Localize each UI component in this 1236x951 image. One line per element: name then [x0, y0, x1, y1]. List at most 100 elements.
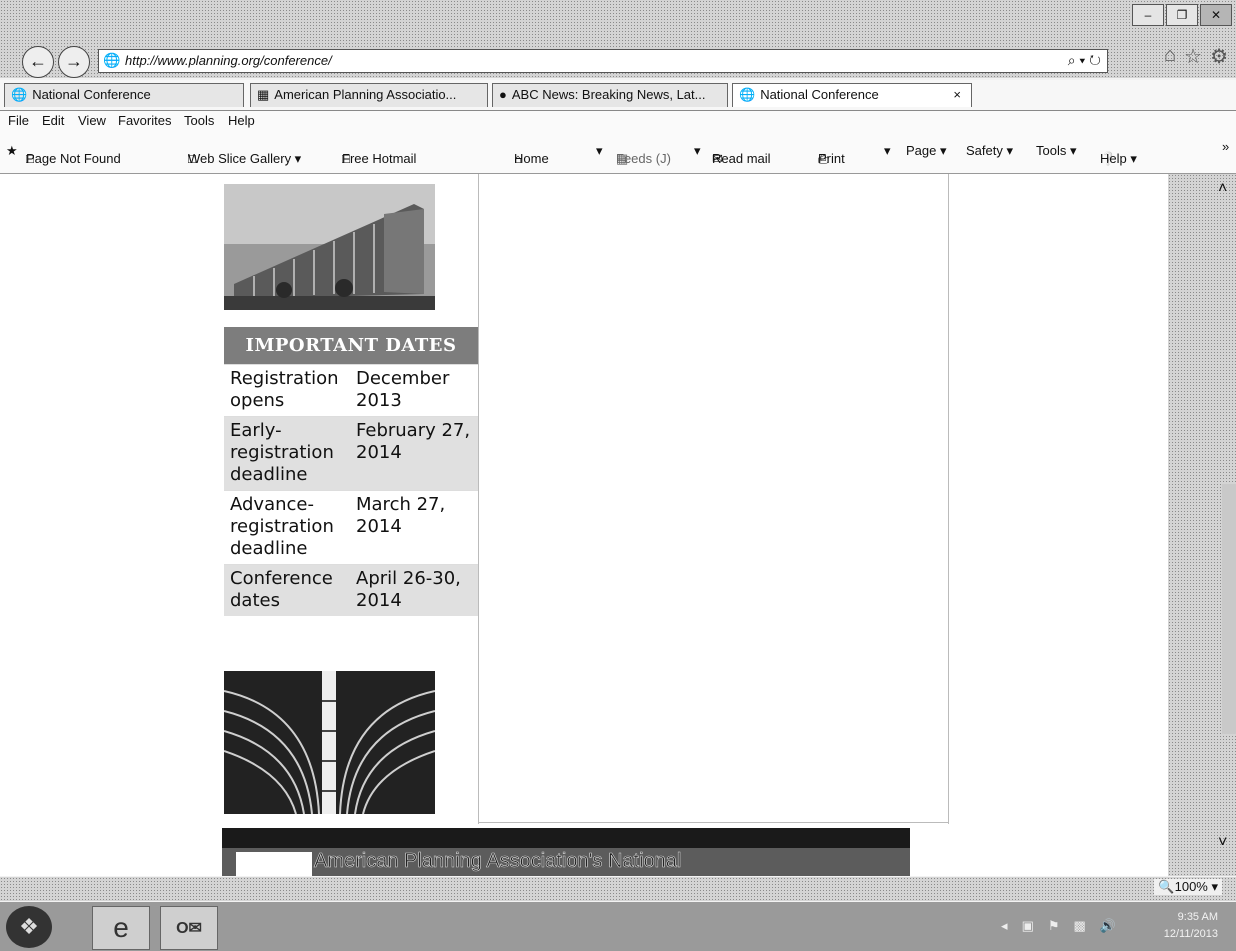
globe-icon: 🌐 [11, 87, 28, 102]
date-label: Conference dates [224, 564, 350, 616]
apa-icon: ▦ [257, 87, 270, 102]
clock-time: 9:35 AM [1177, 911, 1218, 923]
taskbar-outlook[interactable]: O✉ [160, 906, 218, 950]
internet-explorer-icon: e [113, 912, 129, 943]
restore-button[interactable]: ❐ [1166, 4, 1198, 26]
column-divider [948, 174, 949, 824]
windows-taskbar: ❖ e O✉ ◂ ▣ ⚑ ▩ 🔊 9:35 AM 12/11/2013 [0, 902, 1236, 951]
tab-label: National Conference [32, 87, 151, 102]
start-button[interactable]: ❖ [6, 906, 52, 948]
cmd-label: Print [818, 151, 845, 166]
tab-american-planning[interactable]: ▦ American Planning Associatio... [250, 83, 488, 107]
banner-text: American Planning Association's National [314, 850, 682, 873]
windows-logo-icon: ❖ [19, 914, 39, 939]
tab-national-conference-1[interactable]: 🌐 National Conference [4, 83, 244, 107]
tray-arrow-icon[interactable]: ◂ [1001, 918, 1008, 934]
url-text[interactable]: http://www.planning.org/conference/ [125, 53, 332, 68]
important-dates-heading: IMPORTANT DATES [224, 327, 478, 364]
clock-date: 12/11/2013 [1163, 928, 1218, 940]
zoom-control[interactable]: 🔍100% ▾ [1154, 879, 1222, 895]
close-window-button[interactable]: ✕ [1200, 4, 1232, 26]
banner-logo-box [236, 852, 312, 876]
menu-bar: File Edit View Favorites Tools Help [0, 111, 1236, 135]
fav-label: Web Slice Gallery ▾ [188, 151, 302, 166]
tray-network-icon[interactable]: ▣ [1022, 918, 1034, 934]
search-refresh-controls[interactable]: ⌕ ▾ ↻ [1068, 52, 1101, 69]
abc-icon: ● [499, 87, 507, 102]
important-dates-table: Registration opens December 2013 Early-r… [224, 364, 478, 616]
convention-center-photo [224, 184, 435, 310]
cmd-safety[interactable]: Safety ▾ [966, 143, 1013, 159]
cmd-tools[interactable]: Tools ▾ [1036, 143, 1077, 159]
system-clock[interactable]: 9:35 AM 12/11/2013 [1164, 909, 1218, 943]
page-viewport: IMPORTANT DATES Registration opens Decem… [0, 174, 1168, 876]
cmd-page[interactable]: Page ▾ [906, 143, 947, 159]
command-bar: ★ □ Page Not Found □ Web Slice Gallery ▾… [0, 135, 1236, 174]
tab-national-conference-active[interactable]: 🌐 National Conference × [732, 83, 972, 107]
table-row: Conference dates April 26-30, 2014 [224, 564, 478, 616]
gear-icon[interactable]: ⚙ [1210, 44, 1228, 69]
cmd-feeds-dropdown[interactable]: ▾ [694, 143, 701, 159]
browser-title-bar: – ❐ ✕ ← → 🌐 http://www.planning.org/conf… [0, 0, 1236, 78]
date-label: Registration opens [224, 364, 350, 417]
zoom-level: 100% [1174, 879, 1208, 894]
date-label: Early-registration deadline [224, 416, 350, 491]
cmd-label: Read mail [712, 151, 771, 166]
globe-icon: 🌐 [103, 52, 121, 68]
menu-favorites[interactable]: Favorites [118, 113, 171, 128]
cmd-label: Feeds (J) [616, 151, 671, 166]
globe-icon: 🌐 [739, 87, 756, 102]
favorites-star-icon[interactable]: ★ [6, 143, 18, 159]
menu-tools[interactable]: Tools [184, 113, 214, 128]
tray-display-icon[interactable]: ▩ [1074, 918, 1086, 934]
forward-arrow-icon: → [65, 51, 83, 71]
table-row: Early-registration deadline February 27,… [224, 416, 478, 491]
menu-edit[interactable]: Edit [42, 113, 64, 128]
scrollbar-thumb[interactable] [1222, 484, 1236, 734]
cmd-print-dropdown[interactable]: ▾ [884, 143, 891, 159]
status-bar: 🔍100% ▾ [0, 877, 1236, 901]
date-label: Advance-registration deadline [224, 490, 350, 565]
taskbar-internet-explorer[interactable]: e [92, 906, 150, 950]
date-value: March 27, 2014 [350, 490, 478, 565]
home-icon[interactable]: ⌂ [1164, 44, 1176, 69]
conference-banner[interactable]: American Planning Association's National [222, 828, 910, 876]
tab-strip: 🌐 National Conference ▦ American Planning … [0, 80, 1236, 111]
cmd-home-dropdown[interactable]: ▾ [596, 143, 603, 159]
cmd-label: Home [514, 151, 549, 166]
date-value: April 26-30, 2014 [350, 564, 478, 616]
tab-label: American Planning Associatio... [274, 87, 457, 102]
minimize-button[interactable]: – [1132, 4, 1164, 26]
forward-button[interactable]: → [58, 46, 90, 78]
back-button[interactable]: ← [22, 46, 54, 78]
date-value: December 2013 [350, 364, 478, 417]
content-border [478, 822, 948, 823]
vertical-scrollbar[interactable]: ˄ ˅ [1168, 174, 1236, 876]
scroll-down-icon[interactable]: ˅ [1218, 834, 1227, 852]
cmd-label: Help ▾ [1100, 151, 1137, 166]
fav-label: Page Not Found [26, 151, 121, 166]
menu-view[interactable]: View [78, 113, 106, 128]
table-row: Registration opens December 2013 [224, 364, 478, 417]
tab-label: ABC News: Breaking News, Lat... [511, 87, 706, 102]
window-controls: – ❐ ✕ [1132, 4, 1232, 26]
train-station-photo [224, 671, 435, 814]
column-divider [478, 174, 479, 824]
menu-file[interactable]: File [8, 113, 29, 128]
table-row: Advance-registration deadline March 27, … [224, 490, 478, 565]
date-value: February 27, 2014 [350, 416, 478, 491]
close-tab-icon[interactable]: × [953, 84, 961, 106]
scroll-up-icon[interactable]: ˄ [1218, 180, 1227, 198]
system-tray: ◂ ▣ ⚑ ▩ 🔊 [1001, 918, 1116, 934]
back-arrow-icon: ← [29, 51, 47, 71]
tab-label: National Conference [760, 87, 879, 102]
tab-abc-news[interactable]: ● ABC News: Breaking News, Lat... [492, 83, 728, 107]
outlook-icon: O✉ [176, 920, 202, 937]
tray-flag-icon[interactable]: ⚑ [1048, 918, 1060, 934]
menu-help[interactable]: Help [228, 113, 255, 128]
address-bar[interactable]: 🌐 http://www.planning.org/conference/ ⌕ … [98, 49, 1108, 73]
fav-label: Free Hotmail [342, 151, 417, 166]
chevron-more-icon[interactable]: » [1222, 139, 1229, 154]
tray-volume-icon[interactable]: 🔊 [1100, 918, 1116, 934]
favorites-star-icon[interactable]: ☆ [1184, 44, 1202, 69]
